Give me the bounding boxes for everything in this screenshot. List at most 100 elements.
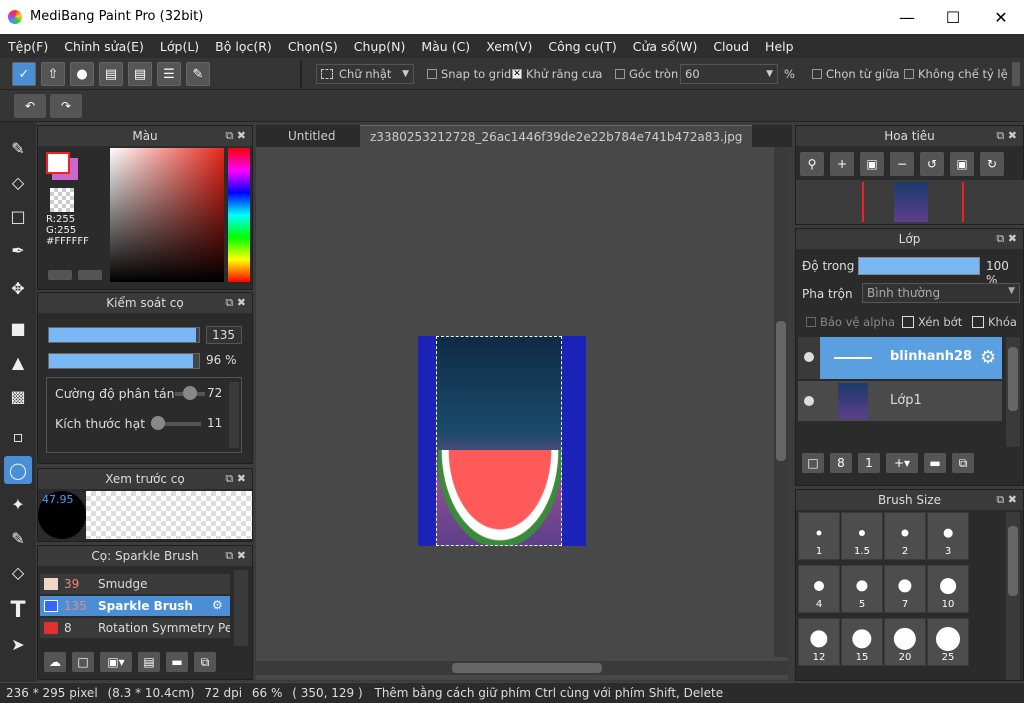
menu-edit[interactable]: Chỉnh sửa(E): [56, 39, 152, 54]
operation-tool-icon[interactable]: ➤: [4, 630, 32, 658]
brush-size-slider[interactable]: [48, 327, 200, 343]
brush-tool-icon[interactable]: ✎: [4, 134, 32, 162]
panel-controls-icon[interactable]: ⧉ ✖: [225, 546, 246, 566]
eye-icon[interactable]: [804, 352, 814, 362]
ratio-toggle[interactable]: Không chế tỷ lệ: [904, 67, 1008, 81]
palette-button[interactable]: [78, 270, 102, 280]
layer-row[interactable]: blinhanh28 ⚙: [798, 337, 1002, 379]
clip-checkbox[interactable]: [902, 316, 914, 328]
panel-controls-icon[interactable]: ⧉ ✖: [225, 293, 246, 313]
protect-alpha-toggle[interactable]: Bảo vệ alpha: [806, 315, 895, 329]
menu-snap[interactable]: Chụp(N): [346, 39, 414, 54]
duplicate-icon[interactable]: ⧉: [952, 453, 974, 473]
brush-size-cell[interactable]: 20: [884, 618, 926, 666]
center-toggle[interactable]: Chọn từ giữa: [812, 67, 900, 81]
reset-view-icon[interactable]: ▣: [950, 152, 974, 176]
zoom-fit-icon[interactable]: ⚲: [800, 152, 824, 176]
fit-screen-icon[interactable]: ▣: [860, 152, 884, 176]
gear-icon[interactable]: ⚙: [980, 347, 996, 368]
brush-size-cell[interactable]: 1.5: [841, 512, 883, 560]
new-layer-8bit-icon[interactable]: 8: [830, 453, 852, 473]
fill-rect-tool-icon[interactable]: ■: [4, 314, 32, 342]
comment-icon[interactable]: ●: [70, 62, 94, 86]
menu-tools[interactable]: Công cụ(T): [540, 39, 624, 54]
duplicate-icon[interactable]: ⧉: [194, 652, 216, 672]
layer-scrollbar[interactable]: [1006, 337, 1020, 447]
navigator-preview[interactable]: [796, 180, 1024, 224]
particle-slider-handle[interactable]: [151, 416, 165, 430]
brush-list-item[interactable]: 39 Smudge: [40, 574, 230, 594]
new-layer-icon[interactable]: □: [802, 453, 824, 473]
add-layer-menu-icon[interactable]: +▾: [886, 453, 918, 473]
folder-icon[interactable]: ▬: [166, 652, 188, 672]
gear-icon[interactable]: ⚙: [212, 598, 223, 612]
panel-controls-icon[interactable]: ⧉ ✖: [996, 126, 1017, 146]
lasso-tool-icon[interactable]: ◯: [4, 456, 32, 484]
menu-view[interactable]: Xem(V): [478, 39, 540, 54]
move-tool-icon[interactable]: ✥: [4, 274, 32, 302]
new-brush-icon[interactable]: □: [72, 652, 94, 672]
corner-toggle[interactable]: Góc tròn: [615, 67, 678, 81]
brush-size-value[interactable]: 135: [206, 326, 242, 344]
canvas-vertical-scrollbar[interactable]: [774, 147, 788, 657]
brush-size-cell[interactable]: 1: [798, 512, 840, 560]
canvas-area[interactable]: [256, 147, 788, 680]
maximize-button[interactable]: ☐: [930, 0, 976, 34]
canvas-image[interactable]: [418, 336, 586, 546]
corner-checkbox[interactable]: [615, 69, 625, 79]
brush-size-cell[interactable]: 5: [841, 565, 883, 613]
brush-size-cell[interactable]: 3: [927, 512, 969, 560]
hue-slider[interactable]: [228, 148, 250, 282]
tab-untitled[interactable]: Untitled: [278, 125, 345, 147]
minimize-button[interactable]: —: [884, 0, 930, 34]
shape-select[interactable]: Chữ nhật ▼: [316, 64, 414, 84]
panel-controls-icon[interactable]: ⧉ ✖: [996, 490, 1017, 510]
rotate-right-icon[interactable]: ↻: [980, 152, 1004, 176]
lock-toggle[interactable]: Khóa: [972, 315, 1017, 329]
canvas-horizontal-scrollbar[interactable]: [256, 661, 788, 675]
tab-image[interactable]: z3380253212728_26ac1446f39de2e22b784e741…: [360, 125, 753, 147]
brush-cloud-icon[interactable]: ☁: [44, 652, 66, 672]
vertical-scroll-thumb[interactable]: [776, 321, 786, 461]
clip-toggle[interactable]: Xén bớt: [902, 315, 962, 329]
gradient-tool-icon[interactable]: ▩: [4, 382, 32, 410]
pen-tool-icon[interactable]: ✒: [4, 236, 32, 264]
magic-wand-icon[interactable]: ✦: [4, 490, 32, 518]
primary-color-swatch[interactable]: [46, 152, 70, 174]
text-tool-icon[interactable]: T: [4, 596, 32, 624]
panel-controls-icon[interactable]: ⧉ ✖: [225, 126, 246, 146]
brush-list-scrollbar[interactable]: [234, 570, 248, 646]
horizontal-scroll-thumb[interactable]: [452, 663, 602, 673]
menu-layer[interactable]: Lớp(L): [152, 39, 207, 54]
blend-mode-select[interactable]: Bình thường ▼: [862, 283, 1020, 303]
rotate-left-icon[interactable]: ↺: [920, 152, 944, 176]
brush-opacity-slider[interactable]: [48, 353, 200, 369]
menu-filter[interactable]: Bộ lọc(R): [207, 39, 280, 54]
layer-row-selected[interactable]: blinhanh28 ⚙: [820, 337, 1002, 379]
menu-cloud[interactable]: Cloud: [705, 39, 757, 54]
saturation-picker[interactable]: [110, 148, 224, 282]
brush-list-item[interactable]: 8 Rotation Symmetry Pe: [40, 618, 230, 638]
redo-icon[interactable]: ↷: [50, 94, 82, 118]
menu-file[interactable]: Tệp(F): [0, 39, 56, 54]
shape-tool-icon[interactable]: □: [4, 202, 32, 230]
brush-size-cell[interactable]: 2: [884, 512, 926, 560]
brush-list-item-selected[interactable]: 135 Sparkle Brush ⚙: [40, 596, 230, 616]
select-pen-icon[interactable]: ✎: [4, 524, 32, 552]
snap-grid-toggle[interactable]: Snap to grid: [427, 67, 511, 81]
antialias-checkbox[interactable]: ✕: [512, 69, 522, 79]
eye-icon[interactable]: [804, 396, 814, 406]
corner-value-select[interactable]: 60 ▼: [680, 64, 778, 84]
menu-window[interactable]: Cửa sổ(W): [625, 39, 706, 54]
panel-controls-icon[interactable]: ⧉ ✖: [996, 229, 1017, 249]
add-brush-icon[interactable]: ▣▾: [100, 652, 132, 672]
brush-size-scrollbar[interactable]: [1006, 512, 1020, 680]
toolbar-scroll[interactable]: [1012, 62, 1020, 86]
transparent-swatch[interactable]: [50, 188, 74, 212]
antialias-toggle[interactable]: ✕ Khử răng cưa: [512, 67, 602, 81]
center-checkbox[interactable]: [812, 69, 822, 79]
close-button[interactable]: ✕: [978, 0, 1024, 34]
lock-checkbox[interactable]: [972, 316, 984, 328]
protect-alpha-checkbox[interactable]: [806, 317, 816, 327]
document-icon[interactable]: ▤: [128, 62, 152, 86]
